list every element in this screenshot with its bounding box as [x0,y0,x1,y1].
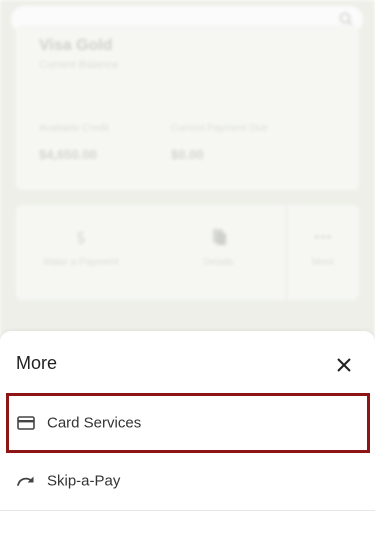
more-bottom-sheet: More Card Services Skip-a-Pay [0,331,375,535]
make-payment-label: Make a Payment [43,257,119,268]
sheet-title: More [16,353,58,373]
close-icon [337,358,351,372]
search-icon [339,12,353,26]
available-credit-label: Available Credit [39,123,109,134]
card-services-label: Card Services [47,414,142,432]
quick-actions: $ Make a Payment Details More [16,205,359,300]
details-label: Details [203,257,234,268]
menu-item-skip-a-pay[interactable]: Skip-a-Pay [0,452,375,511]
payment-due-label: Current Payment Due [171,123,268,134]
document-icon [212,229,226,245]
menu-item-card-services[interactable]: Card Services [0,393,375,453]
available-credit-value: $4,650.00 [39,147,97,162]
make-payment-action[interactable]: $ Make a Payment [16,205,146,300]
svg-text:$: $ [76,228,86,247]
redo-arrow-icon [16,473,36,489]
more-action[interactable]: More [286,205,359,300]
ellipsis-icon [315,235,331,239]
account-card[interactable]: Visa Gold Current Balance Available Cred… [16,25,359,190]
details-action[interactable]: Details [156,205,281,300]
account-name: Visa Gold [39,37,113,54]
close-button[interactable] [332,353,356,377]
account-subtitle: Current Balance [39,59,119,71]
credit-card-icon [16,415,36,431]
payment-due-value: $0.00 [171,147,204,162]
skip-a-pay-label: Skip-a-Pay [47,472,121,490]
more-label: More [311,257,335,268]
dollar-icon: $ [76,228,86,247]
